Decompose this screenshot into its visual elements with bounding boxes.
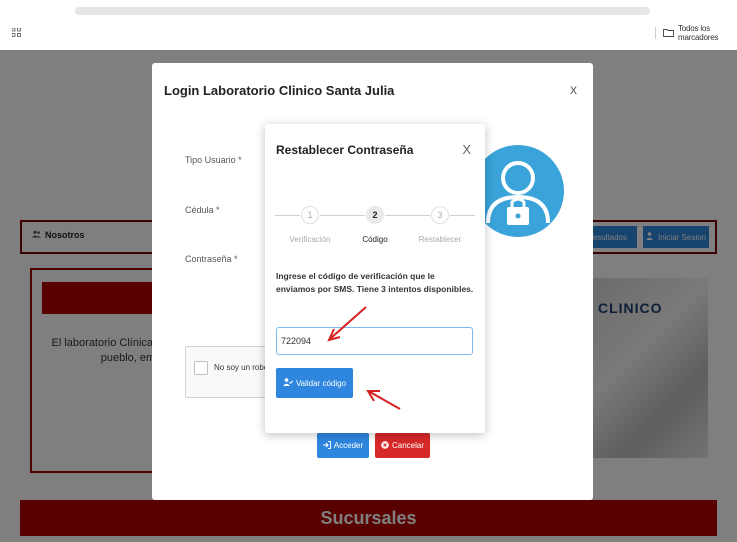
tipo-usuario-label: Tipo Usuario *: [185, 155, 242, 165]
acceder-button[interactable]: Acceder: [317, 433, 369, 458]
step-line: [275, 215, 300, 216]
login-modal-title: Login Laboratorio Clinico Santa Julia: [164, 83, 395, 98]
browser-chrome: Todos los marcadores: [0, 0, 737, 50]
recaptcha-label: No soy un robot: [214, 363, 271, 372]
step-1-label: Verificación: [289, 235, 331, 244]
times-circle-icon: [381, 440, 389, 451]
validate-code-button[interactable]: Validar código: [276, 368, 353, 398]
step-line: [450, 215, 475, 216]
cancelar-button[interactable]: Cancelar: [375, 433, 430, 458]
recaptcha-checkbox[interactable]: [194, 361, 208, 375]
user-check-icon: [282, 378, 294, 388]
step-1-number: 1: [301, 206, 319, 224]
sign-in-icon: [322, 440, 331, 451]
step-indicator: 1 2 3 Verificación Código Restablecer: [265, 204, 485, 254]
all-bookmarks-button[interactable]: Todos los marcadores: [663, 24, 737, 42]
reset-password-modal: Restablecer Contraseña X 1 2 3 Verificac…: [265, 124, 485, 433]
cedula-label: Cédula *: [185, 205, 220, 215]
apps-grid-icon[interactable]: [12, 28, 21, 37]
address-bar[interactable]: [75, 7, 650, 15]
reset-close-button[interactable]: X: [462, 142, 471, 157]
step-2-label: Código: [362, 235, 388, 244]
step-3-label: Restablecer: [418, 235, 462, 244]
step-line: [320, 215, 365, 216]
step-2-number: 2: [366, 206, 384, 224]
verification-code-input[interactable]: [276, 327, 473, 355]
step-3-number: 3: [431, 206, 449, 224]
user-lock-illustration: [472, 145, 564, 237]
verification-instructions: Ingrese el código de verificación que le…: [276, 271, 474, 294]
toolbar-separator: [655, 27, 656, 39]
folder-icon: [663, 28, 674, 39]
login-close-button[interactable]: x: [570, 81, 577, 97]
contrasena-label: Contraseña *: [185, 254, 238, 264]
step-line: [385, 215, 430, 216]
reset-modal-title: Restablecer Contraseña: [276, 143, 414, 157]
bookmarks-label: Todos los marcadores: [678, 24, 719, 42]
